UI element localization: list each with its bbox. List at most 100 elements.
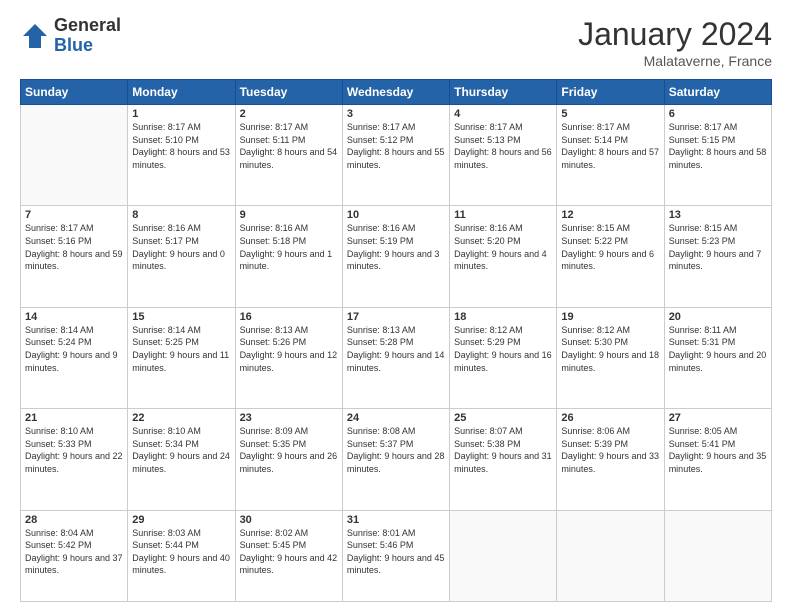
day-info: Sunrise: 8:16 AMSunset: 5:19 PMDaylight:… xyxy=(347,222,445,272)
table-row xyxy=(557,510,664,602)
logo-icon xyxy=(20,21,50,51)
day-number: 10 xyxy=(347,209,445,221)
table-row: 30 Sunrise: 8:02 AMSunset: 5:45 PMDaylig… xyxy=(235,510,342,602)
day-number: 9 xyxy=(240,209,338,221)
day-info: Sunrise: 8:17 AMSunset: 5:14 PMDaylight:… xyxy=(561,121,659,171)
day-info: Sunrise: 8:13 AMSunset: 5:26 PMDaylight:… xyxy=(240,324,338,374)
day-number: 15 xyxy=(132,311,230,323)
table-row: 12 Sunrise: 8:15 AMSunset: 5:22 PMDaylig… xyxy=(557,206,664,307)
table-row xyxy=(21,105,128,206)
col-friday: Friday xyxy=(557,80,664,105)
calendar-header-row: Sunday Monday Tuesday Wednesday Thursday… xyxy=(21,80,772,105)
day-info: Sunrise: 8:16 AMSunset: 5:17 PMDaylight:… xyxy=(132,222,230,272)
col-tuesday: Tuesday xyxy=(235,80,342,105)
logo-blue: Blue xyxy=(54,36,121,56)
day-info: Sunrise: 8:17 AMSunset: 5:12 PMDaylight:… xyxy=(347,121,445,171)
day-number: 28 xyxy=(25,514,123,526)
table-row: 16 Sunrise: 8:13 AMSunset: 5:26 PMDaylig… xyxy=(235,307,342,408)
day-number: 4 xyxy=(454,108,552,120)
calendar-week-row: 14 Sunrise: 8:14 AMSunset: 5:24 PMDaylig… xyxy=(21,307,772,408)
table-row: 23 Sunrise: 8:09 AMSunset: 5:35 PMDaylig… xyxy=(235,409,342,510)
day-number: 7 xyxy=(25,209,123,221)
day-number: 31 xyxy=(347,514,445,526)
day-info: Sunrise: 8:14 AMSunset: 5:24 PMDaylight:… xyxy=(25,324,123,374)
day-number: 17 xyxy=(347,311,445,323)
table-row: 13 Sunrise: 8:15 AMSunset: 5:23 PMDaylig… xyxy=(664,206,771,307)
subtitle: Malataverne, France xyxy=(578,53,772,69)
day-info: Sunrise: 8:06 AMSunset: 5:39 PMDaylight:… xyxy=(561,425,659,475)
day-info: Sunrise: 8:17 AMSunset: 5:16 PMDaylight:… xyxy=(25,222,123,272)
day-number: 8 xyxy=(132,209,230,221)
day-number: 19 xyxy=(561,311,659,323)
day-info: Sunrise: 8:15 AMSunset: 5:23 PMDaylight:… xyxy=(669,222,767,272)
day-info: Sunrise: 8:01 AMSunset: 5:46 PMDaylight:… xyxy=(347,527,445,577)
day-info: Sunrise: 8:07 AMSunset: 5:38 PMDaylight:… xyxy=(454,425,552,475)
day-info: Sunrise: 8:03 AMSunset: 5:44 PMDaylight:… xyxy=(132,527,230,577)
day-info: Sunrise: 8:14 AMSunset: 5:25 PMDaylight:… xyxy=(132,324,230,374)
table-row: 1 Sunrise: 8:17 AMSunset: 5:10 PMDayligh… xyxy=(128,105,235,206)
day-info: Sunrise: 8:17 AMSunset: 5:13 PMDaylight:… xyxy=(454,121,552,171)
table-row: 17 Sunrise: 8:13 AMSunset: 5:28 PMDaylig… xyxy=(342,307,449,408)
table-row: 9 Sunrise: 8:16 AMSunset: 5:18 PMDayligh… xyxy=(235,206,342,307)
table-row: 14 Sunrise: 8:14 AMSunset: 5:24 PMDaylig… xyxy=(21,307,128,408)
table-row: 2 Sunrise: 8:17 AMSunset: 5:11 PMDayligh… xyxy=(235,105,342,206)
day-number: 20 xyxy=(669,311,767,323)
table-row: 6 Sunrise: 8:17 AMSunset: 5:15 PMDayligh… xyxy=(664,105,771,206)
table-row xyxy=(664,510,771,602)
day-number: 12 xyxy=(561,209,659,221)
calendar-week-row: 7 Sunrise: 8:17 AMSunset: 5:16 PMDayligh… xyxy=(21,206,772,307)
calendar-table: Sunday Monday Tuesday Wednesday Thursday… xyxy=(20,79,772,602)
col-wednesday: Wednesday xyxy=(342,80,449,105)
day-info: Sunrise: 8:02 AMSunset: 5:45 PMDaylight:… xyxy=(240,527,338,577)
table-row: 19 Sunrise: 8:12 AMSunset: 5:30 PMDaylig… xyxy=(557,307,664,408)
table-row: 10 Sunrise: 8:16 AMSunset: 5:19 PMDaylig… xyxy=(342,206,449,307)
day-number: 26 xyxy=(561,412,659,424)
table-row xyxy=(450,510,557,602)
day-info: Sunrise: 8:17 AMSunset: 5:11 PMDaylight:… xyxy=(240,121,338,171)
logo-general: General xyxy=(54,16,121,36)
table-row: 15 Sunrise: 8:14 AMSunset: 5:25 PMDaylig… xyxy=(128,307,235,408)
calendar-week-row: 1 Sunrise: 8:17 AMSunset: 5:10 PMDayligh… xyxy=(21,105,772,206)
table-row: 25 Sunrise: 8:07 AMSunset: 5:38 PMDaylig… xyxy=(450,409,557,510)
col-sunday: Sunday xyxy=(21,80,128,105)
table-row: 28 Sunrise: 8:04 AMSunset: 5:42 PMDaylig… xyxy=(21,510,128,602)
page: General Blue January 2024 Malataverne, F… xyxy=(0,0,792,612)
day-number: 22 xyxy=(132,412,230,424)
table-row: 31 Sunrise: 8:01 AMSunset: 5:46 PMDaylig… xyxy=(342,510,449,602)
table-row: 29 Sunrise: 8:03 AMSunset: 5:44 PMDaylig… xyxy=(128,510,235,602)
day-number: 27 xyxy=(669,412,767,424)
header: General Blue January 2024 Malataverne, F… xyxy=(20,16,772,69)
day-number: 14 xyxy=(25,311,123,323)
table-row: 20 Sunrise: 8:11 AMSunset: 5:31 PMDaylig… xyxy=(664,307,771,408)
day-info: Sunrise: 8:11 AMSunset: 5:31 PMDaylight:… xyxy=(669,324,767,374)
day-number: 25 xyxy=(454,412,552,424)
table-row: 4 Sunrise: 8:17 AMSunset: 5:13 PMDayligh… xyxy=(450,105,557,206)
table-row: 21 Sunrise: 8:10 AMSunset: 5:33 PMDaylig… xyxy=(21,409,128,510)
day-number: 18 xyxy=(454,311,552,323)
day-number: 30 xyxy=(240,514,338,526)
day-number: 16 xyxy=(240,311,338,323)
day-info: Sunrise: 8:15 AMSunset: 5:22 PMDaylight:… xyxy=(561,222,659,272)
col-saturday: Saturday xyxy=(664,80,771,105)
day-number: 24 xyxy=(347,412,445,424)
day-info: Sunrise: 8:09 AMSunset: 5:35 PMDaylight:… xyxy=(240,425,338,475)
table-row: 22 Sunrise: 8:10 AMSunset: 5:34 PMDaylig… xyxy=(128,409,235,510)
day-number: 1 xyxy=(132,108,230,120)
day-info: Sunrise: 8:04 AMSunset: 5:42 PMDaylight:… xyxy=(25,527,123,577)
logo-text: General Blue xyxy=(54,16,121,56)
table-row: 24 Sunrise: 8:08 AMSunset: 5:37 PMDaylig… xyxy=(342,409,449,510)
day-info: Sunrise: 8:12 AMSunset: 5:29 PMDaylight:… xyxy=(454,324,552,374)
day-number: 23 xyxy=(240,412,338,424)
day-number: 2 xyxy=(240,108,338,120)
day-number: 21 xyxy=(25,412,123,424)
day-number: 13 xyxy=(669,209,767,221)
day-info: Sunrise: 8:10 AMSunset: 5:34 PMDaylight:… xyxy=(132,425,230,475)
table-row: 27 Sunrise: 8:05 AMSunset: 5:41 PMDaylig… xyxy=(664,409,771,510)
day-info: Sunrise: 8:05 AMSunset: 5:41 PMDaylight:… xyxy=(669,425,767,475)
day-number: 6 xyxy=(669,108,767,120)
title-block: January 2024 Malataverne, France xyxy=(578,16,772,69)
table-row: 11 Sunrise: 8:16 AMSunset: 5:20 PMDaylig… xyxy=(450,206,557,307)
col-thursday: Thursday xyxy=(450,80,557,105)
day-number: 3 xyxy=(347,108,445,120)
table-row: 26 Sunrise: 8:06 AMSunset: 5:39 PMDaylig… xyxy=(557,409,664,510)
